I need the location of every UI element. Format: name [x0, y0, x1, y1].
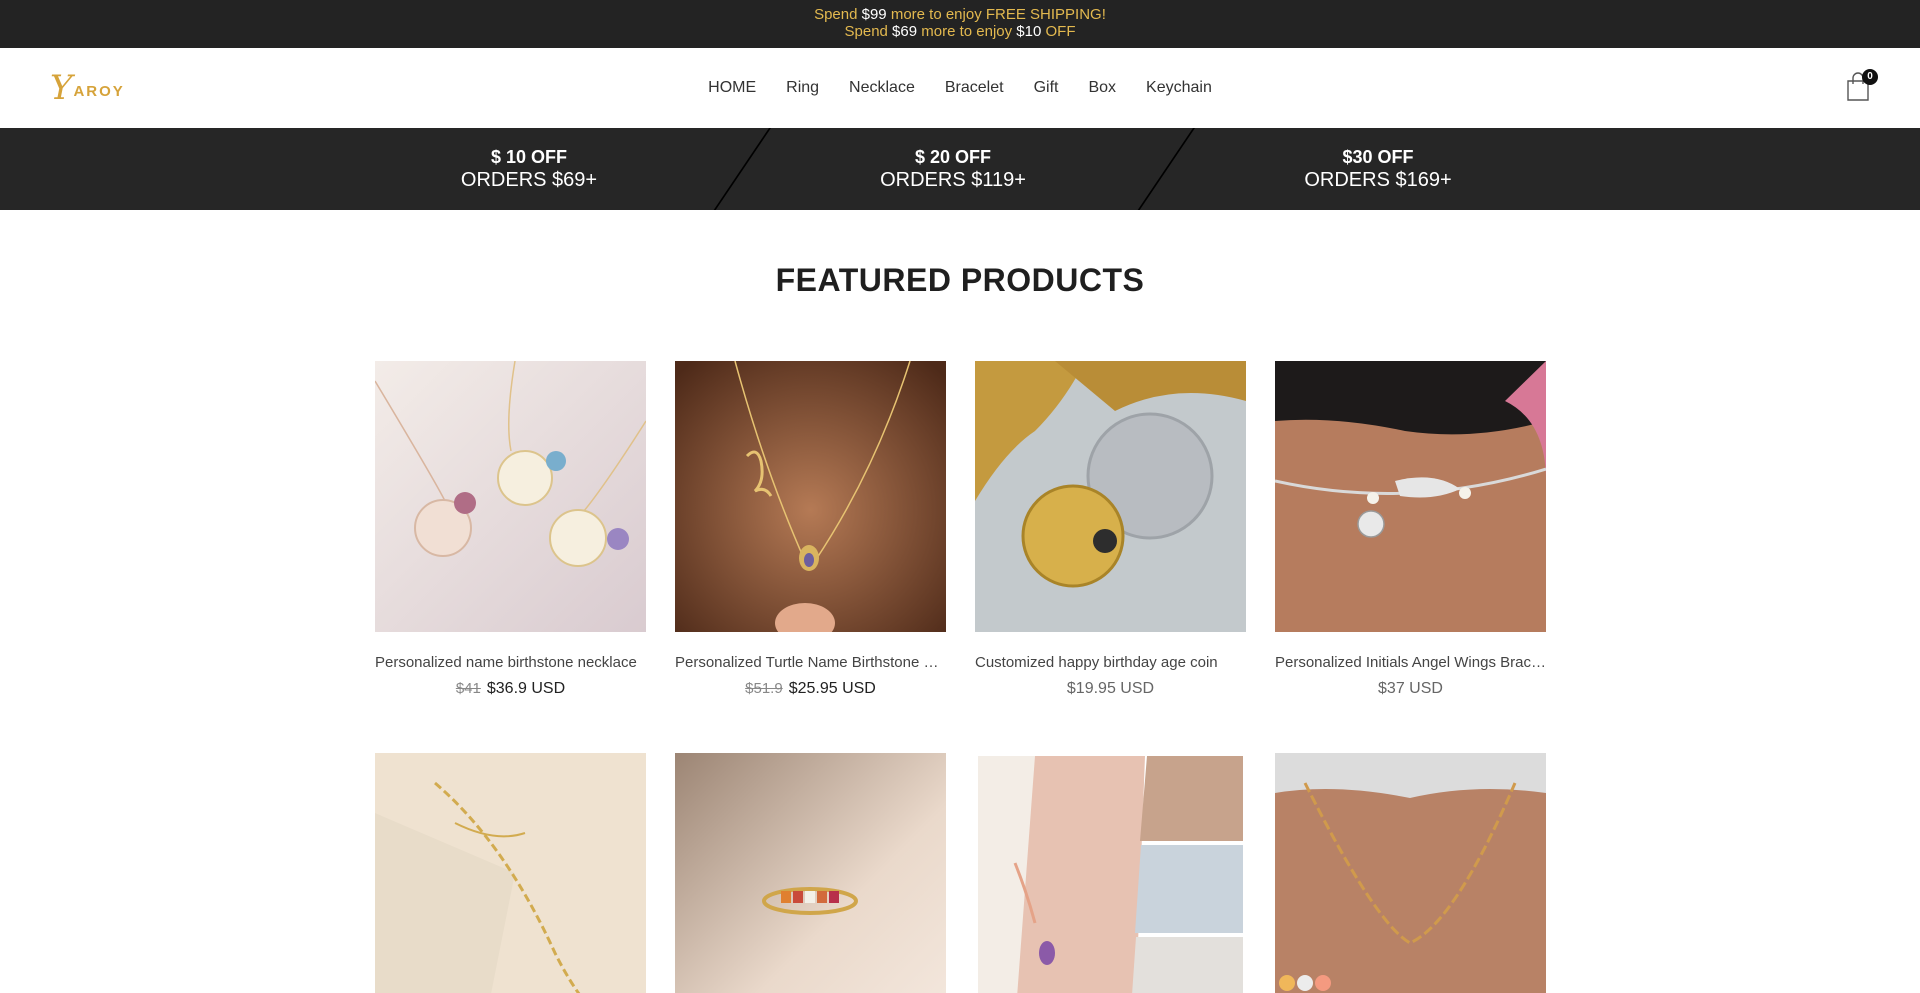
nav-home[interactable]: HOME — [708, 79, 756, 97]
discount-tiers-banner: $ 10 OFF ORDERS $69+ $ 20 OFF ORDERS $11… — [0, 128, 1920, 210]
original-price: $51.9 — [745, 680, 783, 697]
product-image[interactable] — [1275, 753, 1546, 993]
product-image[interactable] — [675, 361, 946, 632]
discount-tier: $ 10 OFF ORDERS $69+ — [379, 146, 679, 192]
section-title: FEATURED PRODUCTS — [775, 262, 1145, 298]
site-header: Y AROY HOME Ring Necklace Bracelet Gift … — [0, 48, 1920, 128]
original-price: $41 — [455, 680, 481, 697]
necklace-photo — [675, 361, 946, 632]
nav-box[interactable]: Box — [1088, 79, 1116, 97]
announcement-text: Spend — [844, 23, 893, 40]
cart-button[interactable]: 0 — [1846, 69, 1878, 102]
product-price: $19.95 USD — [975, 680, 1246, 698]
announcement-amount: $10 — [1016, 23, 1042, 40]
product-card[interactable]: Customized happy birthday age coin $19.9… — [975, 361, 1246, 698]
necklace-photo — [1275, 753, 1546, 993]
product-card[interactable]: Personalized Turtle Name Birthstone Neck… — [675, 361, 946, 698]
discount-announcement: Spend $69 more to enjoy $10 OFF — [0, 23, 1920, 40]
product-card[interactable]: Personalized Initials Angel Wings Bracel… — [1275, 361, 1546, 698]
announcement-text: more to enjoy — [917, 23, 1017, 40]
nav-keychain[interactable]: Keychain — [1146, 79, 1212, 97]
product-image[interactable] — [1275, 361, 1546, 632]
announcement-bar: Spend $99 more to enjoy FREE SHIPPING! S… — [0, 0, 1920, 48]
sale-price: $25.95 USD — [788, 680, 876, 697]
product-name[interactable]: Personalized Turtle Name Birthstone Neck… — [675, 654, 946, 671]
announcement-text: Spend — [814, 6, 862, 23]
product-image[interactable] — [975, 753, 1246, 993]
nav-necklace[interactable]: Necklace — [849, 79, 915, 97]
bracelet-photo — [1275, 361, 1546, 632]
cart-count-badge: 0 — [1862, 69, 1878, 85]
product-image[interactable] — [375, 753, 646, 993]
ring-photo — [675, 753, 946, 993]
product-price: $41 $36.9 USD — [375, 680, 646, 698]
divider — [1137, 128, 1195, 210]
nav-bracelet[interactable]: Bracelet — [945, 79, 1004, 97]
product-card[interactable] — [975, 753, 1246, 993]
nav-ring[interactable]: Ring — [786, 79, 819, 97]
bracelet-photo — [375, 753, 646, 993]
divider — [713, 128, 771, 210]
discount-tier: $30 OFF ORDERS $169+ — [1228, 146, 1528, 192]
product-price: $51.9 $25.95 USD — [675, 680, 946, 698]
product-image[interactable] — [975, 361, 1246, 632]
discount-threshold: ORDERS $69+ — [460, 169, 598, 191]
product-image[interactable] — [375, 361, 646, 632]
discount-threshold: ORDERS $169+ — [1304, 169, 1452, 191]
shipping-announcement: Spend $99 more to enjoy FREE SHIPPING! — [0, 6, 1920, 23]
coin-photo — [975, 361, 1246, 632]
necklace-collage-photo — [975, 753, 1246, 993]
product-price: $37 USD — [1275, 680, 1546, 698]
discount-tier: $ 20 OFF ORDERS $119+ — [803, 146, 1103, 192]
discount-amount: $ 20 OFF — [914, 147, 992, 167]
announcement-amount: $69 — [892, 23, 918, 40]
product-name[interactable]: Personalized Initials Angel Wings Bracel… — [1275, 654, 1546, 671]
product-card[interactable] — [675, 753, 946, 993]
necklace-photo — [375, 361, 646, 632]
nav-gift[interactable]: Gift — [1034, 79, 1059, 97]
price: $19.95 USD — [1066, 680, 1155, 697]
main-nav: HOME Ring Necklace Bracelet Gift Box Key… — [0, 48, 1920, 128]
discount-amount: $ 10 OFF — [490, 147, 568, 167]
announcement-amount: $99 — [861, 6, 887, 23]
discount-threshold: ORDERS $119+ — [880, 169, 1026, 191]
announcement-text: OFF — [1041, 23, 1076, 40]
discount-amount: $30 OFF — [1342, 147, 1414, 167]
sale-price: $36.9 USD — [486, 680, 566, 697]
product-card[interactable] — [1275, 753, 1546, 993]
announcement-text: more to enjoy FREE SHIPPING! — [886, 6, 1106, 23]
product-card[interactable]: Personalized name birthstone necklace $4… — [375, 361, 646, 698]
product-card[interactable] — [375, 753, 646, 993]
product-name[interactable]: Personalized name birthstone necklace — [375, 654, 646, 671]
price: $37 USD — [1378, 680, 1443, 697]
product-image[interactable] — [675, 753, 946, 993]
product-name[interactable]: Customized happy birthday age coin — [975, 654, 1246, 671]
